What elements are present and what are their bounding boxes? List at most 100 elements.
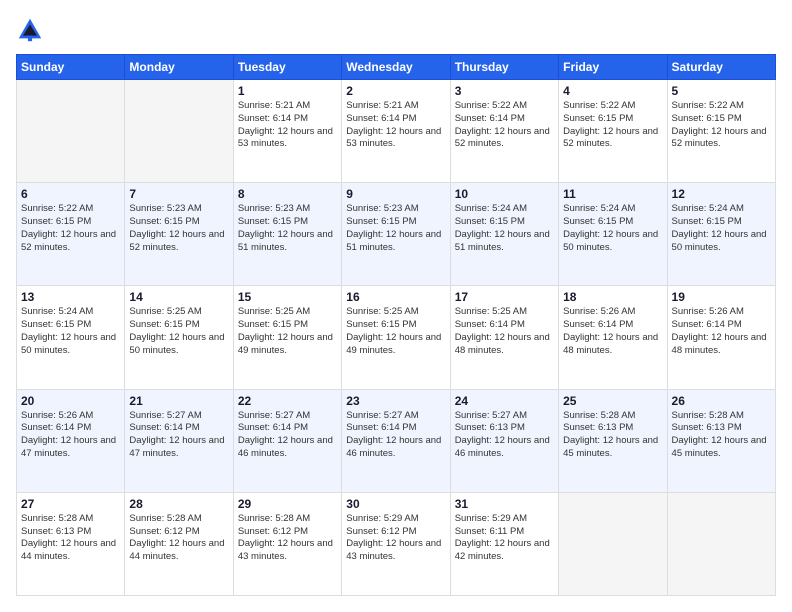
- logo: [16, 16, 48, 44]
- day-number: 17: [455, 290, 554, 304]
- day-info: Sunrise: 5:25 AMSunset: 6:15 PMDaylight:…: [238, 306, 337, 357]
- day-cell: [667, 492, 775, 595]
- day-cell: 31 Sunrise: 5:29 AMSunset: 6:11 PMDayligh…: [450, 492, 558, 595]
- day-cell: 2 Sunrise: 5:21 AMSunset: 6:14 PMDaylight…: [342, 80, 450, 183]
- day-number: 27: [21, 497, 120, 511]
- day-cell: 16 Sunrise: 5:25 AMSunset: 6:15 PMDayligh…: [342, 286, 450, 389]
- day-cell: 4Sunrise: 5:22 AMSunset: 6:15 PMDaylight…: [559, 80, 667, 183]
- day-cell: 18Sunrise: 5:26 AMSunset: 6:14 PMDayligh…: [559, 286, 667, 389]
- week-row-1: 1 Sunrise: 5:21 AMSunset: 6:14 PMDaylight…: [17, 80, 776, 183]
- day-info: Sunrise: 5:28 AMSunset: 6:12 PMDaylight:…: [238, 513, 337, 564]
- day-cell: 8 Sunrise: 5:23 AMSunset: 6:15 PMDaylight…: [233, 183, 341, 286]
- day-number: 20: [21, 394, 120, 408]
- day-cell: [125, 80, 233, 183]
- day-info: Sunrise: 5:24 AMSunset: 6:15 PMDaylight:…: [672, 203, 771, 254]
- day-number: 8: [238, 187, 337, 201]
- day-number: 7: [129, 187, 228, 201]
- day-info: Sunrise: 5:23 AMSunset: 6:15 PMDaylight:…: [238, 203, 337, 254]
- day-info: Sunrise: 5:24 AMSunset: 6:15 PMDaylight:…: [563, 203, 662, 254]
- day-cell: 22 Sunrise: 5:27 AMSunset: 6:14 PMDayligh…: [233, 389, 341, 492]
- day-number: 9: [346, 187, 445, 201]
- weekday-saturday: Saturday: [667, 55, 775, 80]
- weekday-tuesday: Tuesday: [233, 55, 341, 80]
- week-row-4: 20Sunrise: 5:26 AMSunset: 6:14 PMDayligh…: [17, 389, 776, 492]
- weekday-thursday: Thursday: [450, 55, 558, 80]
- calendar-table: SundayMondayTuesdayWednesdayThursdayFrid…: [16, 54, 776, 596]
- day-cell: 12 Sunrise: 5:24 AMSunset: 6:15 PMDayligh…: [667, 183, 775, 286]
- day-cell: 30 Sunrise: 5:29 AMSunset: 6:12 PMDayligh…: [342, 492, 450, 595]
- day-number: 13: [21, 290, 120, 304]
- weekday-sunday: Sunday: [17, 55, 125, 80]
- day-number: 5: [672, 84, 771, 98]
- day-info: Sunrise: 5:22 AMSunset: 6:15 PMDaylight:…: [563, 100, 662, 151]
- day-info: Sunrise: 5:25 AMSunset: 6:15 PMDaylight:…: [346, 306, 445, 357]
- day-info: Sunrise: 5:28 AMSunset: 6:13 PMDaylight:…: [21, 513, 120, 564]
- day-cell: 21 Sunrise: 5:27 AMSunset: 6:14 PMDayligh…: [125, 389, 233, 492]
- day-number: 22: [238, 394, 337, 408]
- day-info: Sunrise: 5:27 AMSunset: 6:14 PMDaylight:…: [238, 410, 337, 461]
- day-info: Sunrise: 5:29 AMSunset: 6:12 PMDaylight:…: [346, 513, 445, 564]
- day-number: 31: [455, 497, 554, 511]
- day-info: Sunrise: 5:21 AMSunset: 6:14 PMDaylight:…: [346, 100, 445, 151]
- day-number: 16: [346, 290, 445, 304]
- day-info: Sunrise: 5:26 AMSunset: 6:14 PMDaylight:…: [563, 306, 662, 357]
- day-info: Sunrise: 5:22 AMSunset: 6:15 PMDaylight:…: [672, 100, 771, 151]
- day-number: 15: [238, 290, 337, 304]
- week-row-3: 13 Sunrise: 5:24 AMSunset: 6:15 PMDayligh…: [17, 286, 776, 389]
- day-number: 3: [455, 84, 554, 98]
- day-cell: [17, 80, 125, 183]
- day-info: Sunrise: 5:22 AMSunset: 6:14 PMDaylight:…: [455, 100, 554, 151]
- day-cell: 6 Sunrise: 5:22 AMSunset: 6:15 PMDaylight…: [17, 183, 125, 286]
- day-info: Sunrise: 5:24 AMSunset: 6:15 PMDaylight:…: [21, 306, 120, 357]
- day-number: 12: [672, 187, 771, 201]
- day-info: Sunrise: 5:23 AMSunset: 6:15 PMDaylight:…: [346, 203, 445, 254]
- day-info: Sunrise: 5:27 AMSunset: 6:13 PMDaylight:…: [455, 410, 554, 461]
- day-number: 21: [129, 394, 228, 408]
- day-cell: 24 Sunrise: 5:27 AMSunset: 6:13 PMDayligh…: [450, 389, 558, 492]
- page: SundayMondayTuesdayWednesdayThursdayFrid…: [0, 0, 792, 612]
- day-number: 25: [563, 394, 662, 408]
- day-cell: 29 Sunrise: 5:28 AMSunset: 6:12 PMDayligh…: [233, 492, 341, 595]
- day-number: 14: [129, 290, 228, 304]
- day-cell: [559, 492, 667, 595]
- day-cell: 10 Sunrise: 5:24 AMSunset: 6:15 PMDayligh…: [450, 183, 558, 286]
- day-cell: 23Sunrise: 5:27 AMSunset: 6:14 PMDayligh…: [342, 389, 450, 492]
- day-number: 26: [672, 394, 771, 408]
- day-info: Sunrise: 5:28 AMSunset: 6:12 PMDaylight:…: [129, 513, 228, 564]
- weekday-wednesday: Wednesday: [342, 55, 450, 80]
- day-info: Sunrise: 5:29 AMSunset: 6:11 PMDaylight:…: [455, 513, 554, 564]
- day-info: Sunrise: 5:26 AMSunset: 6:14 PMDaylight:…: [672, 306, 771, 357]
- day-cell: 25Sunrise: 5:28 AMSunset: 6:13 PMDayligh…: [559, 389, 667, 492]
- day-cell: 13 Sunrise: 5:24 AMSunset: 6:15 PMDayligh…: [17, 286, 125, 389]
- day-info: Sunrise: 5:27 AMSunset: 6:14 PMDaylight:…: [346, 410, 445, 461]
- day-cell: 5 Sunrise: 5:22 AMSunset: 6:15 PMDaylight…: [667, 80, 775, 183]
- day-cell: 9 Sunrise: 5:23 AMSunset: 6:15 PMDaylight…: [342, 183, 450, 286]
- day-number: 29: [238, 497, 337, 511]
- day-info: Sunrise: 5:27 AMSunset: 6:14 PMDaylight:…: [129, 410, 228, 461]
- day-number: 1: [238, 84, 337, 98]
- day-info: Sunrise: 5:28 AMSunset: 6:13 PMDaylight:…: [672, 410, 771, 461]
- day-cell: 17 Sunrise: 5:25 AMSunset: 6:14 PMDayligh…: [450, 286, 558, 389]
- day-cell: 27 Sunrise: 5:28 AMSunset: 6:13 PMDayligh…: [17, 492, 125, 595]
- day-number: 6: [21, 187, 120, 201]
- day-cell: 15 Sunrise: 5:25 AMSunset: 6:15 PMDayligh…: [233, 286, 341, 389]
- day-cell: 3 Sunrise: 5:22 AMSunset: 6:14 PMDaylight…: [450, 80, 558, 183]
- day-number: 19: [672, 290, 771, 304]
- day-info: Sunrise: 5:25 AMSunset: 6:14 PMDaylight:…: [455, 306, 554, 357]
- day-cell: 26 Sunrise: 5:28 AMSunset: 6:13 PMDayligh…: [667, 389, 775, 492]
- day-number: 30: [346, 497, 445, 511]
- weekday-header-row: SundayMondayTuesdayWednesdayThursdayFrid…: [17, 55, 776, 80]
- day-number: 28: [129, 497, 228, 511]
- day-number: 10: [455, 187, 554, 201]
- week-row-5: 27 Sunrise: 5:28 AMSunset: 6:13 PMDayligh…: [17, 492, 776, 595]
- day-cell: 7Sunrise: 5:23 AMSunset: 6:15 PMDaylight…: [125, 183, 233, 286]
- header: [16, 16, 776, 44]
- day-cell: 14Sunrise: 5:25 AMSunset: 6:15 PMDayligh…: [125, 286, 233, 389]
- week-row-2: 6 Sunrise: 5:22 AMSunset: 6:15 PMDaylight…: [17, 183, 776, 286]
- day-number: 11: [563, 187, 662, 201]
- day-number: 2: [346, 84, 445, 98]
- day-info: Sunrise: 5:24 AMSunset: 6:15 PMDaylight:…: [455, 203, 554, 254]
- day-cell: 11 Sunrise: 5:24 AMSunset: 6:15 PMDayligh…: [559, 183, 667, 286]
- day-number: 24: [455, 394, 554, 408]
- day-info: Sunrise: 5:22 AMSunset: 6:15 PMDaylight:…: [21, 203, 120, 254]
